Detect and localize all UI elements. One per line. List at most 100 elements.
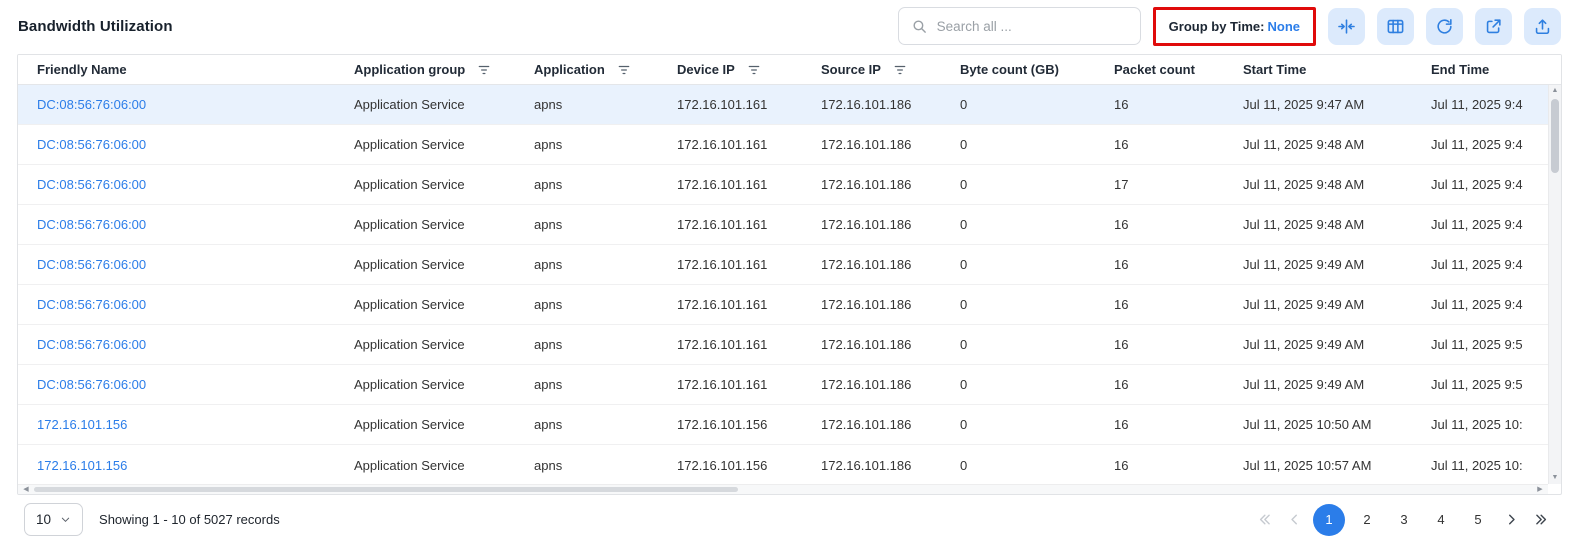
- cell-friendly-name[interactable]: 172.16.101.156: [37, 458, 354, 473]
- cell-friendly-name[interactable]: DC:08:56:76:06:00: [37, 177, 354, 192]
- group-by-time-button[interactable]: Group by Time:None: [1158, 12, 1311, 41]
- cell-byte-count: 0: [960, 377, 1114, 392]
- fit-columns-button[interactable]: [1328, 8, 1365, 45]
- cell-application: apns: [534, 137, 677, 152]
- page-button-2[interactable]: 2: [1352, 505, 1382, 535]
- column-header-application-group[interactable]: Application group: [354, 62, 534, 77]
- cell-application: apns: [534, 177, 677, 192]
- cell-byte-count: 0: [960, 137, 1114, 152]
- cell-application: apns: [534, 377, 677, 392]
- column-header-label: Application: [534, 62, 605, 77]
- horizontal-scrollbar[interactable]: ◀ ▶: [18, 484, 1548, 494]
- columns-button[interactable]: [1377, 8, 1414, 45]
- chevron-right-icon: [1503, 511, 1520, 528]
- cell-device-ip: 172.16.101.161: [677, 177, 821, 192]
- page-button-5[interactable]: 5: [1463, 505, 1493, 535]
- cell-end-time: Jul 11, 2025 9:4: [1431, 97, 1548, 112]
- cell-start-time: Jul 11, 2025 9:49 AM: [1243, 297, 1431, 312]
- table-row[interactable]: 172.16.101.156Application Serviceapns172…: [18, 405, 1561, 445]
- page-size-select[interactable]: 10: [24, 503, 83, 536]
- table-row[interactable]: DC:08:56:76:06:00Application Serviceapns…: [18, 285, 1561, 325]
- filter-icon[interactable]: [747, 63, 761, 77]
- cell-byte-count: 0: [960, 337, 1114, 352]
- cell-source-ip: 172.16.101.186: [821, 177, 960, 192]
- cell-end-time: Jul 11, 2025 9:4: [1431, 257, 1548, 272]
- column-header-start-time[interactable]: Start Time: [1243, 62, 1431, 77]
- column-header-end-time[interactable]: End Time: [1431, 62, 1548, 77]
- cell-end-time: Jul 11, 2025 9:4: [1431, 137, 1548, 152]
- refresh-button[interactable]: [1426, 8, 1463, 45]
- cell-device-ip: 172.16.101.161: [677, 297, 821, 312]
- column-header-source-ip[interactable]: Source IP: [821, 62, 960, 77]
- column-header-application[interactable]: Application: [534, 62, 677, 77]
- cell-friendly-name[interactable]: DC:08:56:76:06:00: [37, 257, 354, 272]
- search-input[interactable]: [937, 19, 1128, 34]
- column-header-byte-count-gb[interactable]: Byte count (GB): [960, 62, 1114, 77]
- search-box[interactable]: [898, 7, 1141, 45]
- next-page-button[interactable]: [1500, 511, 1523, 528]
- first-page-button[interactable]: [1253, 511, 1276, 528]
- filter-icon[interactable]: [617, 63, 631, 77]
- open-external-button[interactable]: [1475, 8, 1512, 45]
- export-icon: [1533, 17, 1552, 36]
- double-chevron-right-icon: [1533, 511, 1550, 528]
- cell-application-group: Application Service: [354, 337, 534, 352]
- cell-friendly-name[interactable]: DC:08:56:76:06:00: [37, 337, 354, 352]
- cell-friendly-name[interactable]: DC:08:56:76:06:00: [37, 377, 354, 392]
- table-row[interactable]: DC:08:56:76:06:00Application Serviceapns…: [18, 205, 1561, 245]
- cell-friendly-name[interactable]: DC:08:56:76:06:00: [37, 217, 354, 232]
- cell-application-group: Application Service: [354, 257, 534, 272]
- cell-application-group: Application Service: [354, 217, 534, 232]
- table-row[interactable]: DC:08:56:76:06:00Application Serviceapns…: [18, 365, 1561, 405]
- cell-device-ip: 172.16.101.161: [677, 337, 821, 352]
- table-row[interactable]: DC:08:56:76:06:00Application Serviceapns…: [18, 245, 1561, 285]
- cell-application: apns: [534, 297, 677, 312]
- cell-start-time: Jul 11, 2025 9:47 AM: [1243, 97, 1431, 112]
- table-row[interactable]: DC:08:56:76:06:00Application Serviceapns…: [18, 125, 1561, 165]
- column-header-device-ip[interactable]: Device IP: [677, 62, 821, 77]
- table-row[interactable]: DC:08:56:76:06:00Application Serviceapns…: [18, 325, 1561, 365]
- page-button-3[interactable]: 3: [1389, 505, 1419, 535]
- page-button-1[interactable]: 1: [1313, 504, 1345, 536]
- cell-packet-count: 16: [1114, 337, 1243, 352]
- cell-source-ip: 172.16.101.186: [821, 257, 960, 272]
- page-button-4[interactable]: 4: [1426, 505, 1456, 535]
- cell-friendly-name[interactable]: DC:08:56:76:06:00: [37, 137, 354, 152]
- cell-application-group: Application Service: [354, 137, 534, 152]
- scroll-down-arrow-icon[interactable]: ▼: [1549, 472, 1561, 484]
- scroll-right-arrow-icon[interactable]: ▶: [1534, 485, 1546, 494]
- vertical-scrollbar[interactable]: ▲ ▼: [1548, 85, 1561, 484]
- export-button[interactable]: [1524, 8, 1561, 45]
- cell-friendly-name[interactable]: 172.16.101.156: [37, 417, 354, 432]
- cell-application: apns: [534, 97, 677, 112]
- fit-columns-icon: [1337, 17, 1356, 36]
- cell-end-time: Jul 11, 2025 9:5: [1431, 377, 1548, 392]
- bandwidth-utilization-page: Bandwidth Utilization Group by Time:None: [0, 0, 1579, 544]
- cell-friendly-name[interactable]: DC:08:56:76:06:00: [37, 297, 354, 312]
- topbar: Bandwidth Utilization Group by Time:None: [0, 0, 1579, 52]
- cell-device-ip: 172.16.101.161: [677, 137, 821, 152]
- table-row[interactable]: DC:08:56:76:06:00Application Serviceapns…: [18, 165, 1561, 205]
- horizontal-scrollbar-thumb[interactable]: [34, 487, 738, 492]
- table-row[interactable]: 172.16.101.156Application Serviceapns172…: [18, 445, 1561, 485]
- column-header-label: Device IP: [677, 62, 735, 77]
- table-row[interactable]: DC:08:56:76:06:00Application Serviceapns…: [18, 85, 1561, 125]
- column-header-packet-count[interactable]: Packet count: [1114, 62, 1243, 77]
- column-header-friendly-name[interactable]: Friendly Name: [37, 62, 354, 77]
- scroll-up-arrow-icon[interactable]: ▲: [1549, 85, 1561, 97]
- cell-start-time: Jul 11, 2025 9:48 AM: [1243, 137, 1431, 152]
- bandwidth-table: Friendly NameApplication group Applicati…: [17, 54, 1562, 495]
- cell-friendly-name[interactable]: DC:08:56:76:06:00: [37, 97, 354, 112]
- cell-byte-count: 0: [960, 417, 1114, 432]
- cell-application-group: Application Service: [354, 297, 534, 312]
- filter-icon[interactable]: [893, 63, 907, 77]
- table-body: DC:08:56:76:06:00Application Serviceapns…: [18, 85, 1561, 485]
- scroll-left-arrow-icon[interactable]: ◀: [20, 485, 32, 494]
- cell-packet-count: 16: [1114, 137, 1243, 152]
- cell-end-time: Jul 11, 2025 9:4: [1431, 177, 1548, 192]
- filter-icon[interactable]: [477, 63, 491, 77]
- vertical-scrollbar-thumb[interactable]: [1551, 99, 1559, 173]
- chevron-down-icon: [60, 514, 71, 525]
- last-page-button[interactable]: [1530, 511, 1553, 528]
- previous-page-button[interactable]: [1283, 511, 1306, 528]
